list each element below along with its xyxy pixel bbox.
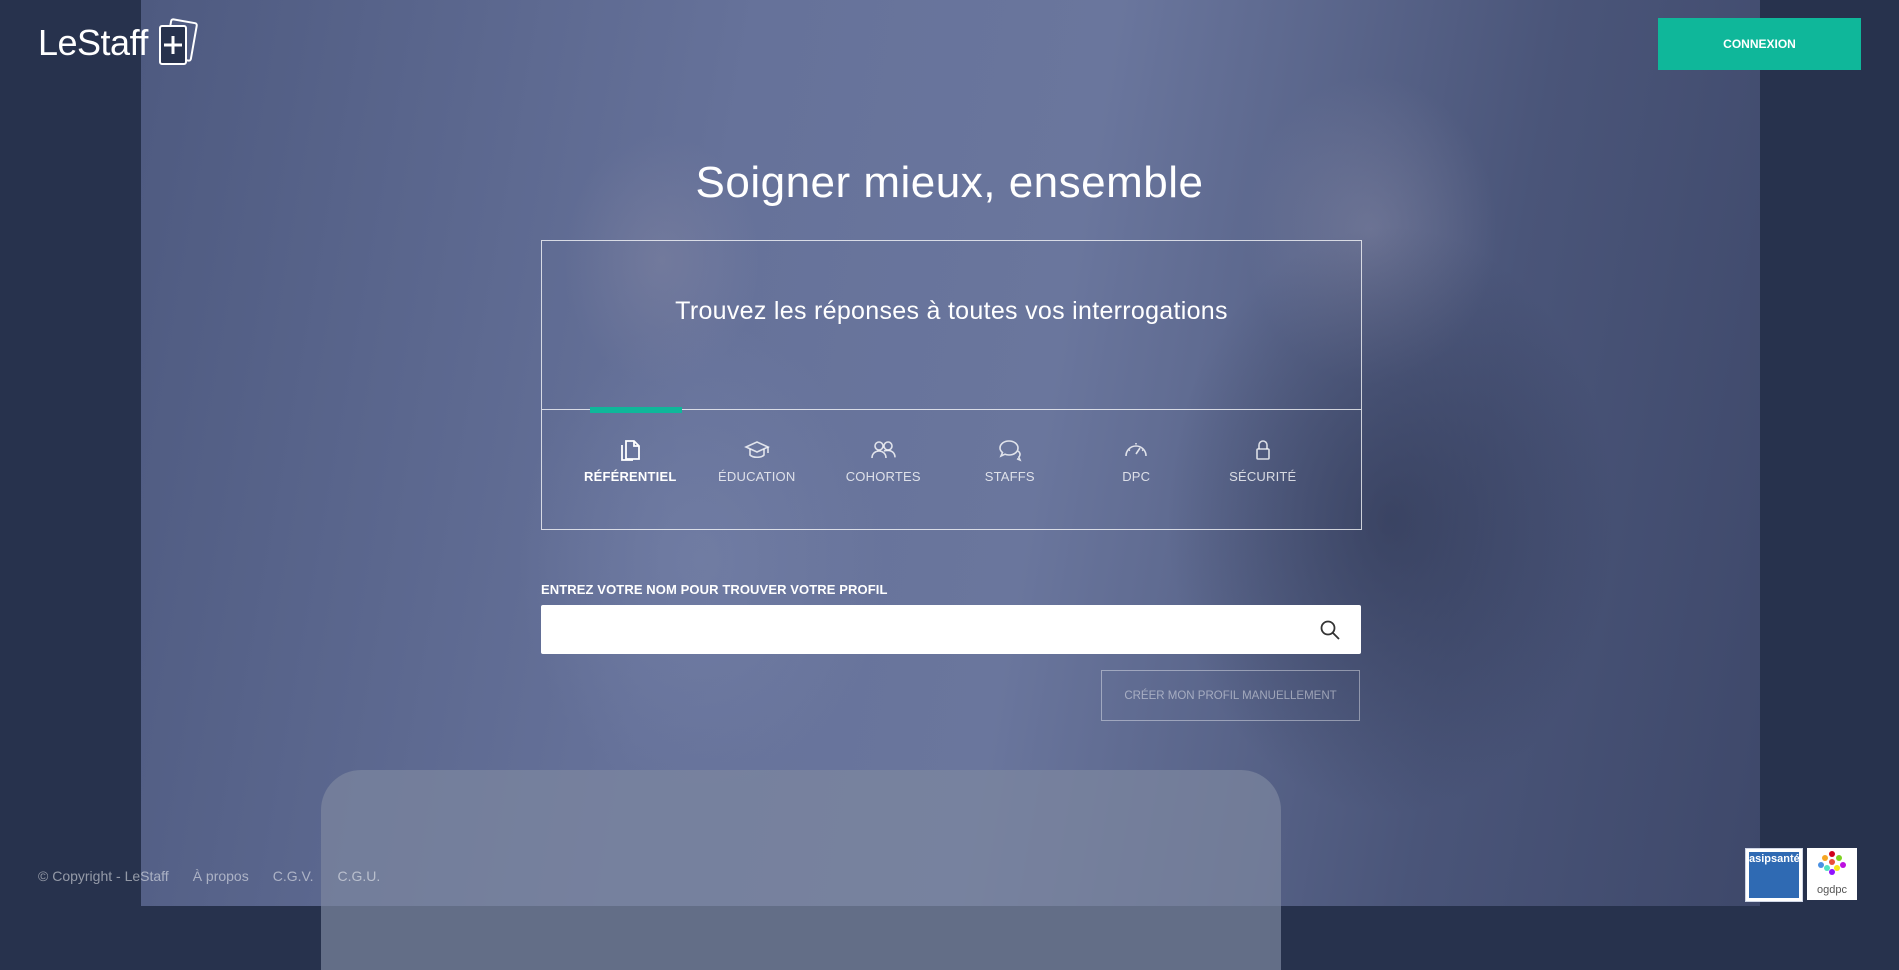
feature-tabs: RÉFÉRENTIEL ÉDUCATION COHORTES STAFFS DP…	[567, 437, 1326, 484]
logo-text: LeStaff	[38, 22, 148, 63]
search-icon[interactable]	[1319, 619, 1341, 646]
create-profile-manually-button[interactable]: CRÉER MON PROFIL MANUELLEMENT	[1101, 670, 1360, 721]
lock-icon	[1255, 440, 1270, 460]
users-icon	[871, 441, 897, 459]
graduation-cap-icon	[743, 441, 770, 459]
tab-label: STAFFS	[984, 469, 1035, 484]
tab-label: SÉCURITÉ	[1229, 469, 1297, 484]
footer-link-about[interactable]: À propos	[193, 868, 249, 884]
tab-label: COHORTES	[845, 469, 921, 484]
document-copy-icon	[621, 440, 641, 461]
tab-label: ÉDUCATION	[718, 469, 796, 484]
search-input[interactable]	[541, 605, 1337, 654]
asip-sante-logo: asipsanté	[1745, 848, 1803, 902]
panel-subtitle: Trouvez les réponses à toutes vos interr…	[675, 297, 1228, 325]
active-tab-indicator	[590, 407, 682, 413]
footer-link-cgv[interactable]: C.G.V.	[273, 868, 314, 884]
tab-label: RÉFÉRENTIEL	[584, 469, 677, 484]
medical-cards-icon	[156, 18, 200, 68]
speedometer-icon	[1125, 443, 1148, 457]
chat-bubbles-icon	[998, 440, 1022, 462]
tab-referentiel[interactable]: RÉFÉRENTIEL	[567, 437, 694, 484]
certification-badges: asipsanté ogdpc	[1745, 848, 1857, 902]
tab-dpc[interactable]: DPC	[1073, 437, 1200, 484]
ogdpc-logo: ogdpc	[1807, 848, 1857, 900]
page-title: Soigner mieux, ensemble	[695, 158, 1204, 207]
footer: © Copyright - LeStaff À propos C.G.V. C.…	[38, 868, 380, 884]
login-button[interactable]: CONNEXION	[1658, 18, 1861, 70]
search-box	[541, 605, 1361, 654]
logo[interactable]: LeStaff	[38, 18, 200, 68]
copyright-text: © Copyright - LeStaff	[38, 868, 169, 884]
tab-staffs[interactable]: STAFFS	[947, 437, 1074, 484]
tab-securite[interactable]: SÉCURITÉ	[1200, 437, 1327, 484]
tab-cohortes[interactable]: COHORTES	[820, 437, 947, 484]
features-panel: Trouvez les réponses à toutes vos interr…	[541, 240, 1362, 530]
tab-label: DPC	[1122, 469, 1151, 484]
tab-education[interactable]: ÉDUCATION	[694, 437, 821, 484]
search-label: ENTREZ VOTRE NOM POUR TROUVER VOTRE PROF…	[541, 582, 888, 597]
laptop-shape	[321, 770, 1281, 970]
footer-link-cgu[interactable]: C.G.U.	[337, 868, 380, 884]
